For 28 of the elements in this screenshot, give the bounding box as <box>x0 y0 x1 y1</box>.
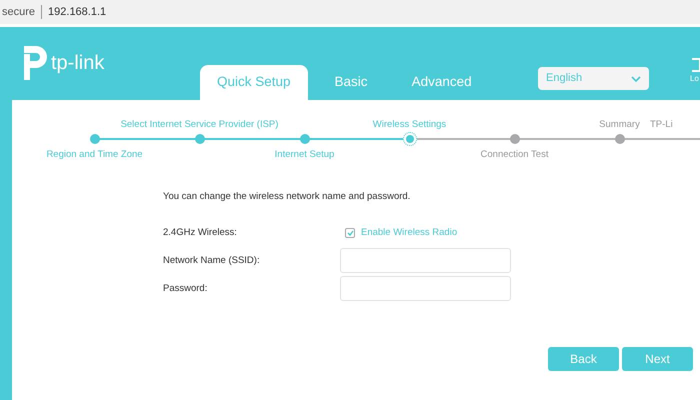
intro-text: You can change the wireless network name and password. <box>163 190 412 204</box>
action-button[interactable]: Next <box>622 347 693 372</box>
nav-tab[interactable]: Quick Setup <box>200 65 308 100</box>
input-field[interactable] <box>340 276 511 302</box>
step-label: Connection Test <box>480 148 548 162</box>
logo-text: tp-link <box>51 51 104 76</box>
logout-button[interactable]: Lo <box>690 57 700 85</box>
action-button[interactable]: Back <box>548 347 619 372</box>
input-field[interactable] <box>340 248 511 274</box>
field-label: Network Name (SSID): <box>163 254 261 268</box>
step-label: Select Internet Service Provider (ISP) <box>120 118 278 132</box>
url-text: 192.168.1.1 <box>47 4 106 20</box>
step-label: Wireless Settings <box>372 118 446 132</box>
step-label: Internet Setup <box>274 148 334 162</box>
nav-tab[interactable]: Advanced <box>394 65 489 100</box>
step-label: Region and Time Zone <box>46 148 143 162</box>
field-label: 2.4GHz Wireless: <box>163 226 238 240</box>
chevron-down-icon <box>631 76 641 82</box>
address-bar[interactable]: secure 192.168.1.1 <box>0 0 700 24</box>
checkbox[interactable] <box>345 228 355 238</box>
field-label: Password: <box>163 282 208 296</box>
checkbox-label: Enable Wireless Radio <box>361 226 458 240</box>
step-label: TP-Li <box>650 118 673 132</box>
security-label: secure <box>1 4 36 20</box>
check-icon <box>346 230 354 236</box>
nav-tab[interactable]: Basic <box>318 65 385 100</box>
step-label: Summary <box>599 118 640 132</box>
language-select[interactable]: English <box>538 67 649 90</box>
